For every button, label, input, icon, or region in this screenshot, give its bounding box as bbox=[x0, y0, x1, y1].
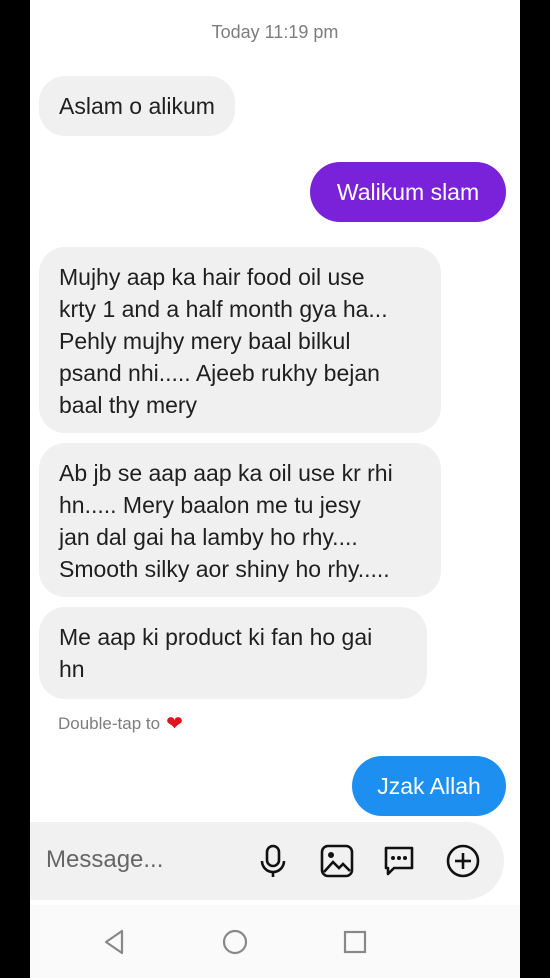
message-input[interactable]: Message... bbox=[46, 846, 163, 874]
reaction-hint: Double-tap to ❤ bbox=[58, 714, 183, 734]
microphone-icon[interactable] bbox=[254, 842, 292, 880]
message-bubble-incoming[interactable]: Mujhy aap ka hair food oil use krty 1 an… bbox=[39, 247, 441, 433]
image-icon[interactable] bbox=[318, 842, 356, 880]
timestamp: Today 11:19 pm bbox=[211, 22, 339, 42]
message-bubble-incoming[interactable]: Me aap ki product ki fan ho gai hn bbox=[39, 607, 427, 699]
home-icon[interactable] bbox=[220, 927, 250, 957]
sticker-icon[interactable] bbox=[380, 842, 418, 880]
reaction-hint-text: Double-tap to bbox=[58, 714, 161, 733]
message-composer: Message... bbox=[30, 822, 504, 900]
message-bubble-outgoing[interactable]: Walikum slam bbox=[310, 162, 506, 222]
chat-screen: Today 11:19 pm Aslam o alikum Walikum sl… bbox=[30, 0, 520, 978]
system-navigation-bar bbox=[30, 905, 520, 978]
add-icon[interactable] bbox=[444, 842, 482, 880]
message-bubble-incoming[interactable]: Aslam o alikum bbox=[39, 76, 235, 136]
message-bubble-outgoing[interactable]: Jzak Allah bbox=[352, 756, 506, 816]
message-bubble-incoming[interactable]: Ab jb se aap aap ka oil use kr rhi hn...… bbox=[39, 443, 441, 597]
heart-icon: ❤ bbox=[166, 713, 183, 735]
recents-icon[interactable] bbox=[340, 927, 370, 957]
back-icon[interactable] bbox=[100, 927, 130, 957]
